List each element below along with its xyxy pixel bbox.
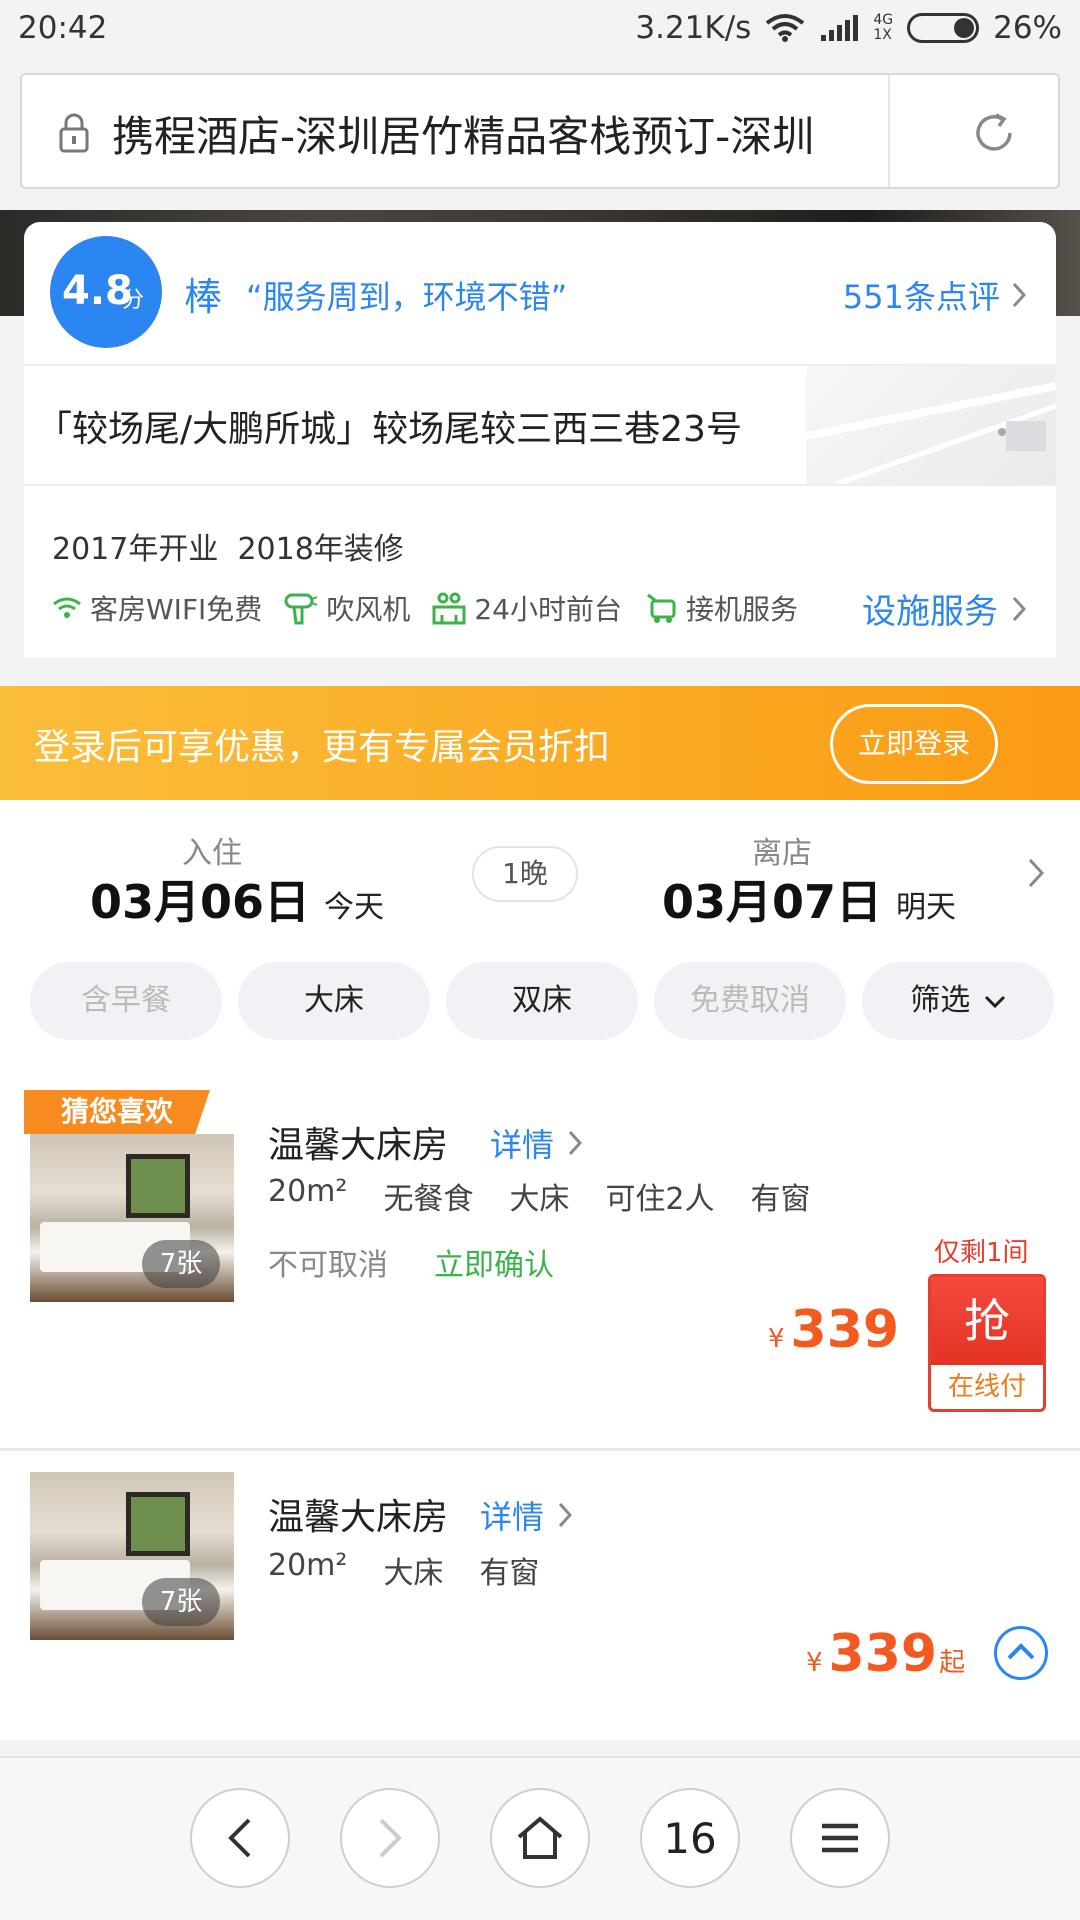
room-photo[interactable]: 7张 — [30, 1134, 234, 1302]
photo-count: 7张 — [142, 1240, 220, 1288]
home-icon — [517, 1816, 563, 1859]
status-bar: 20:42 3.21K/s 4G 1X 26% — [0, 0, 1080, 60]
facility-list: 客房WIFI免费 吹风机 24小时前台 接机服务 — [52, 588, 798, 628]
filter-king-bed[interactable]: 大床 — [238, 962, 430, 1040]
browser-bottom-nav: 16 — [0, 1756, 1080, 1920]
recommend-tag: 猜您喜欢 — [24, 1090, 210, 1134]
facility-row[interactable]: 2017年开业 2018年装修 客房WIFI免费 吹风机 24小时前台 接机服务… — [24, 486, 1056, 658]
chevron-right-icon — [568, 1130, 583, 1156]
room-specs: 20m² 大床 有窗 — [268, 1548, 540, 1591]
chevron-right-icon — [1012, 282, 1026, 308]
hamburger-menu-icon — [822, 1823, 858, 1853]
chevron-up-icon — [1007, 1643, 1035, 1660]
checkin-date: 03月06日 — [90, 875, 311, 929]
cancel-policy: 不可取消 — [268, 1248, 388, 1283]
address-row[interactable]: 「较场尾/大鹏所城」较场尾较三西三巷23号 — [24, 366, 1056, 486]
wifi-signal-icon — [766, 14, 805, 42]
login-promo-text: 登录后可享优惠，更有专属会员折扣 — [34, 727, 611, 768]
reviews-link[interactable]: 551条点评 — [843, 272, 1026, 318]
rating-row[interactable]: 4.8 分 棒 “服务周到，环境不错” 551条点评 — [24, 222, 1056, 366]
room-title[interactable]: 温馨大床房 — [268, 1116, 448, 1168]
checkout-relative: 明天 — [896, 890, 956, 925]
filter-twin-bed[interactable]: 双床 — [446, 962, 638, 1040]
rooms-left: 仅剩1间 — [934, 1238, 1029, 1268]
facility-item: 吹风机 — [284, 588, 410, 628]
facilities-link[interactable]: 设施服务 — [862, 584, 1026, 633]
front-desk-icon — [432, 592, 466, 625]
filter-free-cancel[interactable]: 免费取消 — [654, 962, 846, 1040]
facility-item: 接机服务 — [644, 588, 798, 628]
hotel-address: 「较场尾/大鹏所城」较场尾较三西三巷23号 — [36, 409, 742, 450]
hotel-info-card: 4.8 分 棒 “服务周到，环境不错” 551条点评 「较场尾/大鹏所城」较场尾… — [24, 222, 1056, 658]
checkout-date: 03月07日 — [662, 875, 883, 929]
room-list-section: 入住 03月06日 今天 1晚 离店 03月07日 明天 含早餐 大床 双床 免… — [0, 800, 1080, 1740]
filter-more[interactable]: 筛选 — [862, 962, 1054, 1040]
network-type: 4G 1X — [873, 12, 894, 43]
menu-button[interactable] — [790, 1788, 890, 1888]
room-price: ¥339起 — [806, 1624, 966, 1684]
checkin-relative: 今天 — [324, 890, 384, 925]
shuttle-icon — [647, 593, 676, 623]
wifi-icon — [53, 597, 81, 618]
map-thumbnail[interactable] — [806, 366, 1056, 484]
login-promo-banner: 登录后可享优惠，更有专属会员折扣 立即登录 — [0, 686, 1080, 800]
room-title[interactable]: 温馨大床房 — [268, 1488, 448, 1540]
back-button[interactable] — [190, 1788, 290, 1888]
room-detail-link[interactable]: 详情 — [490, 1120, 583, 1166]
lock-icon — [59, 113, 89, 153]
photo-count: 7张 — [142, 1578, 220, 1626]
room-specs: 20m² 无餐食 大床 可住2人 有窗 — [268, 1174, 811, 1217]
chevron-down-icon — [984, 995, 1005, 1008]
cell-signal-icon — [821, 15, 859, 41]
tab-count: 16 — [663, 1813, 717, 1863]
status-time: 20:42 — [18, 10, 108, 46]
page-title[interactable]: 携程酒店-深圳居竹精品客栈预订-深圳 — [112, 103, 892, 164]
chevron-right-icon — [558, 1502, 573, 1528]
facility-item: 客房WIFI免费 — [52, 588, 262, 628]
room-detail-link[interactable]: 详情 — [480, 1492, 573, 1538]
chevron-right-icon — [379, 1818, 402, 1858]
forward-button[interactable] — [340, 1788, 440, 1888]
rating-word: 棒 — [184, 275, 223, 319]
expand-room-button[interactable] — [994, 1626, 1048, 1680]
instant-confirm: 立即确认 — [434, 1248, 554, 1283]
book-button[interactable]: 抢 在线付 — [928, 1274, 1046, 1412]
hotel-open-info: 2017年开业 2018年装修 — [52, 532, 404, 567]
nights-badge: 1晚 — [472, 846, 578, 902]
room-photo[interactable]: 7张 — [30, 1472, 234, 1640]
score-badge: 4.8 分 — [50, 236, 162, 348]
room-price: ¥339 — [768, 1300, 900, 1360]
filter-breakfast[interactable]: 含早餐 — [30, 962, 222, 1040]
tabs-button[interactable]: 16 — [640, 1788, 740, 1888]
chevron-right-icon — [1028, 858, 1044, 888]
facility-item: 24小时前台 — [432, 588, 622, 628]
filter-bar: 含早餐 大床 双床 免费取消 筛选 — [30, 962, 1054, 1040]
battery-icon — [907, 13, 980, 43]
chevron-right-icon — [1012, 596, 1026, 621]
net-speed: 3.21K/s — [635, 10, 752, 46]
login-button[interactable]: 立即登录 — [830, 704, 998, 784]
reload-icon[interactable] — [972, 111, 1016, 155]
hairdryer-icon — [284, 593, 318, 625]
home-button[interactable] — [490, 1788, 590, 1888]
battery-level: 26% — [993, 10, 1062, 46]
address-bar[interactable]: 携程酒店-深圳居竹精品客栈预订-深圳 — [20, 73, 1060, 189]
rating-quote: “服务周到，环境不错” — [246, 278, 568, 316]
chevron-left-icon — [228, 1818, 251, 1858]
